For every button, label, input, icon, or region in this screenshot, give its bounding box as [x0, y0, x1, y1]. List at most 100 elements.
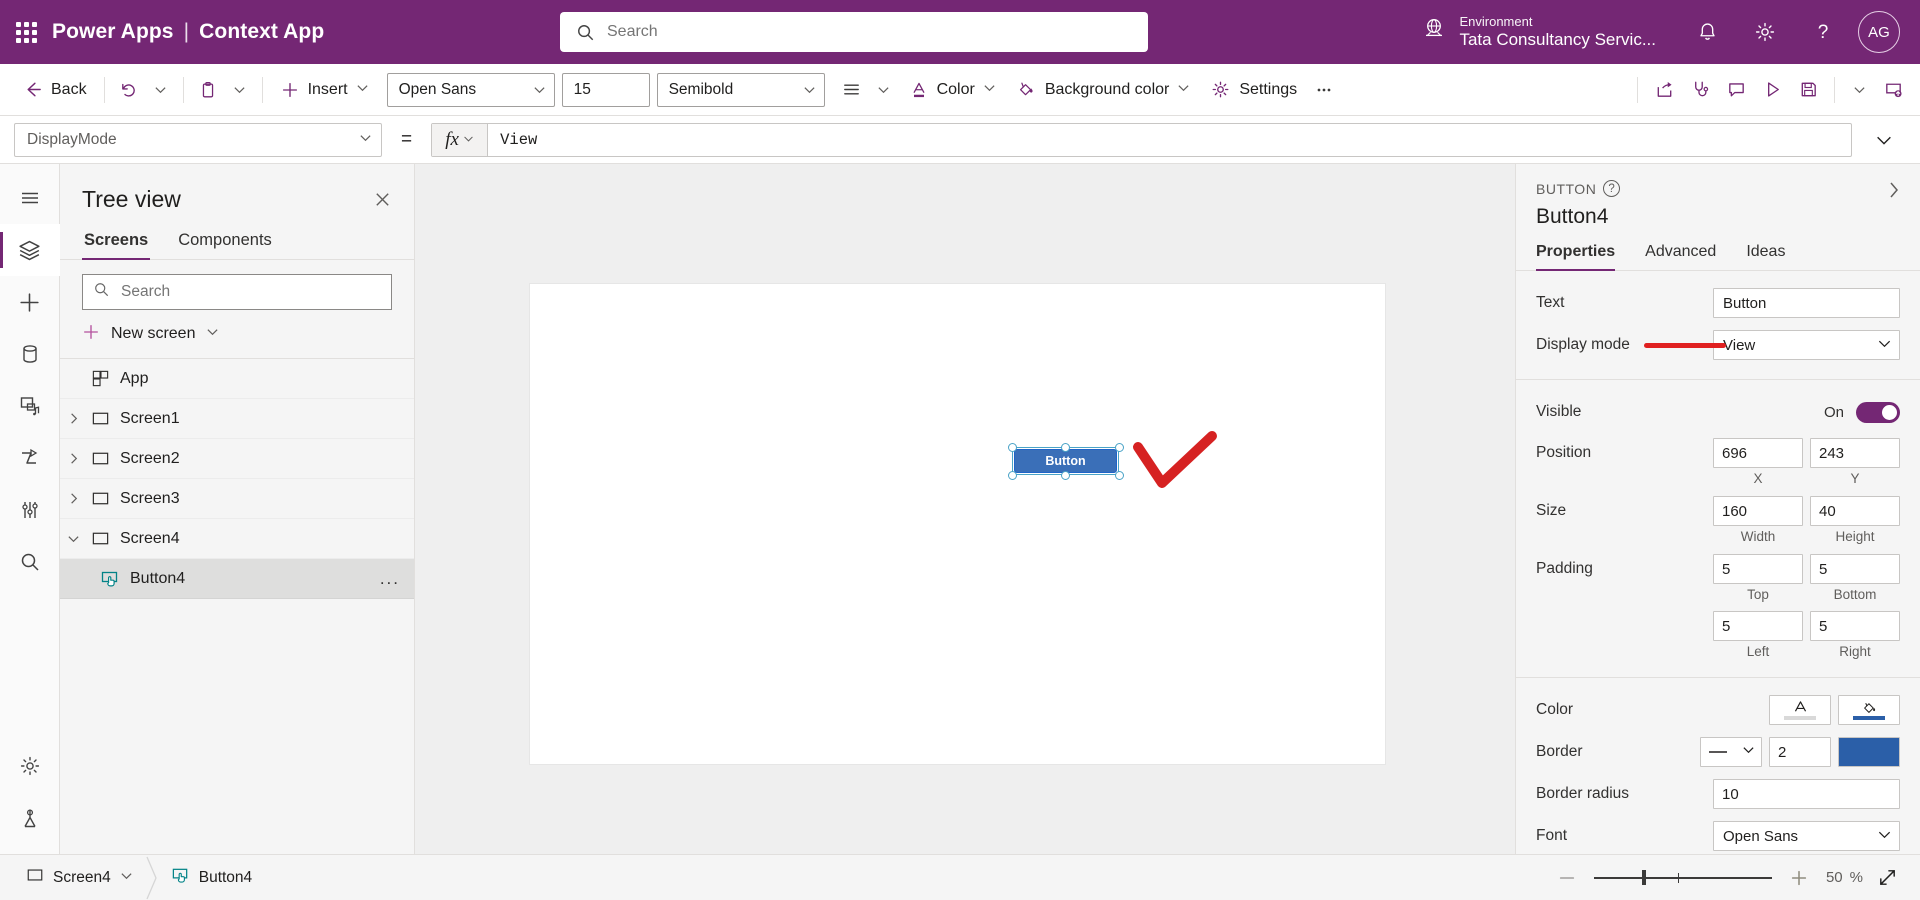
- settings-gear-icon[interactable]: [0, 740, 60, 792]
- chevron-right-icon[interactable]: [60, 412, 86, 425]
- tree-item-more-button[interactable]: ...: [380, 569, 400, 589]
- minus-icon[interactable]: [1554, 865, 1580, 891]
- tree-search-input[interactable]: [121, 283, 381, 301]
- power-automate-icon[interactable]: [0, 432, 60, 484]
- fill-color-button[interactable]: [1838, 695, 1900, 725]
- formula-expand-button[interactable]: [1862, 130, 1906, 150]
- waffle-grid-icon[interactable]: [0, 21, 52, 43]
- chevron-down-icon[interactable]: [60, 532, 86, 545]
- chevron-right-icon[interactable]: [1884, 180, 1904, 200]
- resize-handle-top-right[interactable]: [1115, 443, 1124, 452]
- text-color-button[interactable]: [1769, 695, 1831, 725]
- insert-button[interactable]: Insert: [270, 71, 379, 109]
- font-select[interactable]: Open Sans: [1713, 821, 1900, 851]
- chevron-down-icon[interactable]: [1844, 71, 1874, 109]
- publish-upload-icon[interactable]: [1876, 73, 1910, 107]
- clipboard-paste-icon[interactable]: [191, 73, 225, 107]
- help-question-icon[interactable]: ?: [1603, 180, 1621, 197]
- tab-properties[interactable]: Properties: [1536, 243, 1616, 271]
- global-search[interactable]: [560, 12, 1148, 52]
- undo-icon[interactable]: [112, 73, 146, 107]
- border-radius-input[interactable]: 10: [1713, 779, 1900, 809]
- border-style-select[interactable]: [1700, 737, 1762, 767]
- save-floppy-icon[interactable]: [1791, 73, 1825, 107]
- new-screen-button[interactable]: New screen: [60, 310, 414, 358]
- tree-item-screen1[interactable]: Screen1: [60, 399, 414, 439]
- chevron-down-icon[interactable]: [146, 71, 176, 109]
- chevron-down-icon[interactable]: [869, 71, 899, 109]
- tree-view-layers-icon[interactable]: [0, 224, 60, 276]
- question-mark-icon[interactable]: ?: [1794, 0, 1852, 64]
- ellipsis-icon[interactable]: [1307, 73, 1341, 107]
- variables-icon[interactable]: [0, 484, 60, 536]
- resize-handle-top-center[interactable]: [1061, 443, 1070, 452]
- padding-left-input[interactable]: 5: [1713, 611, 1803, 641]
- insert-plus-icon[interactable]: [0, 276, 60, 328]
- zoom-slider-thumb[interactable]: [1641, 870, 1646, 885]
- breadcrumb-screen4[interactable]: Screen4: [14, 855, 145, 900]
- fx-button[interactable]: fx: [432, 123, 489, 156]
- tree-item-button4[interactable]: Button4 ...: [60, 559, 414, 599]
- back-button[interactable]: Back: [12, 71, 97, 109]
- font-family-select[interactable]: Open Sans: [386, 72, 555, 107]
- visible-toggle[interactable]: [1856, 401, 1900, 423]
- media-icon[interactable]: [0, 380, 60, 432]
- font-size-input[interactable]: 15: [561, 72, 650, 107]
- hamburger-menu-icon[interactable]: [0, 172, 60, 224]
- breadcrumb-button4[interactable]: Button4: [159, 855, 264, 900]
- play-preview-icon[interactable]: [1755, 73, 1789, 107]
- property-select[interactable]: DisplayMode: [14, 122, 382, 157]
- app-checker-stethoscope-icon[interactable]: [1683, 73, 1717, 107]
- search-input[interactable]: [607, 23, 1132, 41]
- tab-ideas[interactable]: Ideas: [1746, 243, 1785, 270]
- comment-icon[interactable]: [1719, 73, 1753, 107]
- advanced-tools-icon[interactable]: [0, 792, 60, 844]
- gear-icon[interactable]: [1736, 0, 1794, 64]
- data-cylinder-icon[interactable]: [0, 328, 60, 380]
- size-width-input[interactable]: 160: [1713, 496, 1803, 526]
- padding-top-input[interactable]: 5: [1713, 554, 1803, 584]
- tree-item-app[interactable]: App: [60, 359, 414, 399]
- resize-handle-top-left[interactable]: [1008, 443, 1017, 452]
- chevron-right-icon[interactable]: [60, 492, 86, 505]
- tab-components[interactable]: Components: [176, 223, 274, 259]
- resize-handle-bottom-left[interactable]: [1008, 471, 1017, 480]
- close-x-icon[interactable]: [373, 190, 392, 209]
- border-width-input[interactable]: 2: [1769, 737, 1831, 767]
- fit-screen-diagonal-icon[interactable]: [1877, 867, 1898, 888]
- padding-right-input[interactable]: 5: [1810, 611, 1900, 641]
- tree-item-screen4[interactable]: Screen4: [60, 519, 414, 559]
- chevron-right-icon[interactable]: [60, 452, 86, 465]
- environment-picker[interactable]: Environment Tata Consultancy Servic...: [1421, 14, 1678, 49]
- resize-handle-bottom-right[interactable]: [1115, 471, 1124, 480]
- chevron-down-icon[interactable]: [120, 869, 133, 887]
- text-color-button[interactable]: Color: [899, 71, 1006, 109]
- display-mode-select[interactable]: View: [1713, 330, 1900, 360]
- align-lines-icon[interactable]: [835, 73, 869, 107]
- position-x-input[interactable]: 696: [1713, 438, 1803, 468]
- tab-advanced[interactable]: Advanced: [1645, 243, 1716, 270]
- bell-icon[interactable]: [1678, 0, 1736, 64]
- border-color-swatch[interactable]: [1838, 737, 1900, 767]
- position-y-input[interactable]: 243: [1810, 438, 1900, 468]
- resize-handle-bottom-center[interactable]: [1061, 471, 1070, 480]
- tab-screens[interactable]: Screens: [82, 223, 151, 260]
- chevron-down-icon[interactable]: [225, 71, 255, 109]
- formula-input[interactable]: [488, 123, 1851, 156]
- search-icon[interactable]: [0, 536, 60, 588]
- tree-item-screen2[interactable]: Screen2: [60, 439, 414, 479]
- text-input[interactable]: Button: [1713, 288, 1900, 318]
- app-canvas-screen4[interactable]: Button: [530, 284, 1385, 764]
- canvas-button4[interactable]: Button: [1014, 449, 1117, 473]
- size-height-input[interactable]: 40: [1810, 496, 1900, 526]
- share-icon[interactable]: [1647, 73, 1681, 107]
- tree-search[interactable]: [82, 274, 392, 310]
- padding-bottom-input[interactable]: 5: [1810, 554, 1900, 584]
- settings-button[interactable]: Settings: [1200, 71, 1307, 109]
- tree-item-screen3[interactable]: Screen3: [60, 479, 414, 519]
- font-weight-select[interactable]: Semibold: [656, 72, 825, 107]
- zoom-slider[interactable]: [1593, 869, 1772, 887]
- plus-icon[interactable]: [1786, 865, 1812, 891]
- background-color-button[interactable]: Background color: [1006, 71, 1201, 109]
- avatar[interactable]: AG: [1858, 11, 1900, 53]
